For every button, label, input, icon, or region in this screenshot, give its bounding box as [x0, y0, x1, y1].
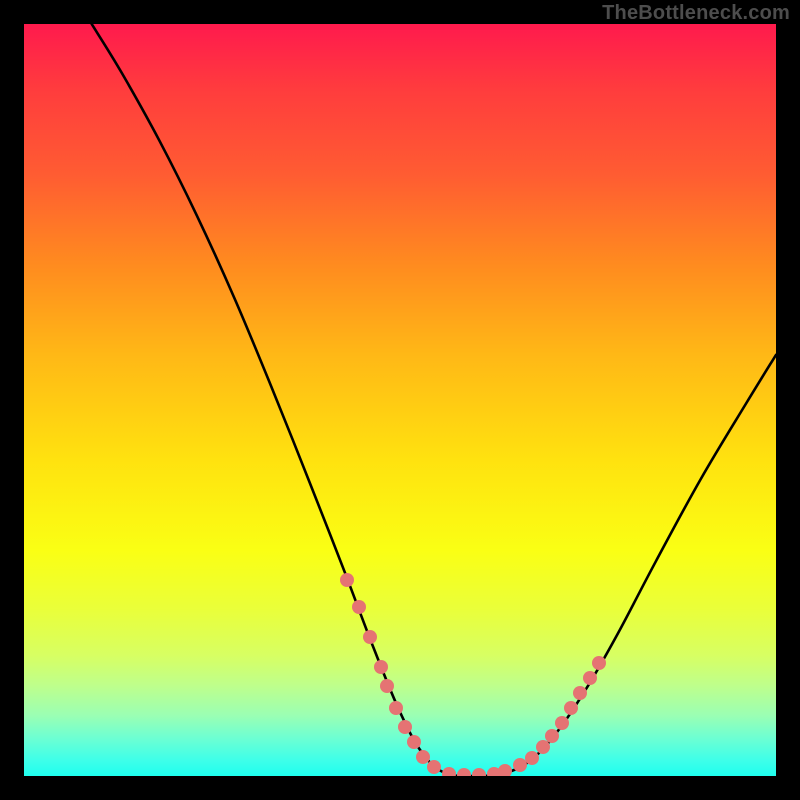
- data-dot: [555, 716, 569, 730]
- data-dot: [363, 630, 377, 644]
- data-dot: [545, 729, 559, 743]
- data-dot: [564, 701, 578, 715]
- data-dot: [427, 760, 441, 774]
- data-dot: [498, 764, 512, 776]
- data-dot: [442, 767, 456, 776]
- watermark-text: TheBottleneck.com: [602, 2, 790, 25]
- data-dot: [472, 768, 486, 776]
- data-dot: [457, 768, 471, 776]
- data-dot: [407, 735, 421, 749]
- bottleneck-curve: [24, 24, 776, 776]
- data-dot: [525, 751, 539, 765]
- data-dot: [380, 679, 394, 693]
- bottleneck-chart: TheBottleneck.com: [0, 0, 800, 800]
- plot-area: [24, 24, 776, 776]
- data-dot: [352, 600, 366, 614]
